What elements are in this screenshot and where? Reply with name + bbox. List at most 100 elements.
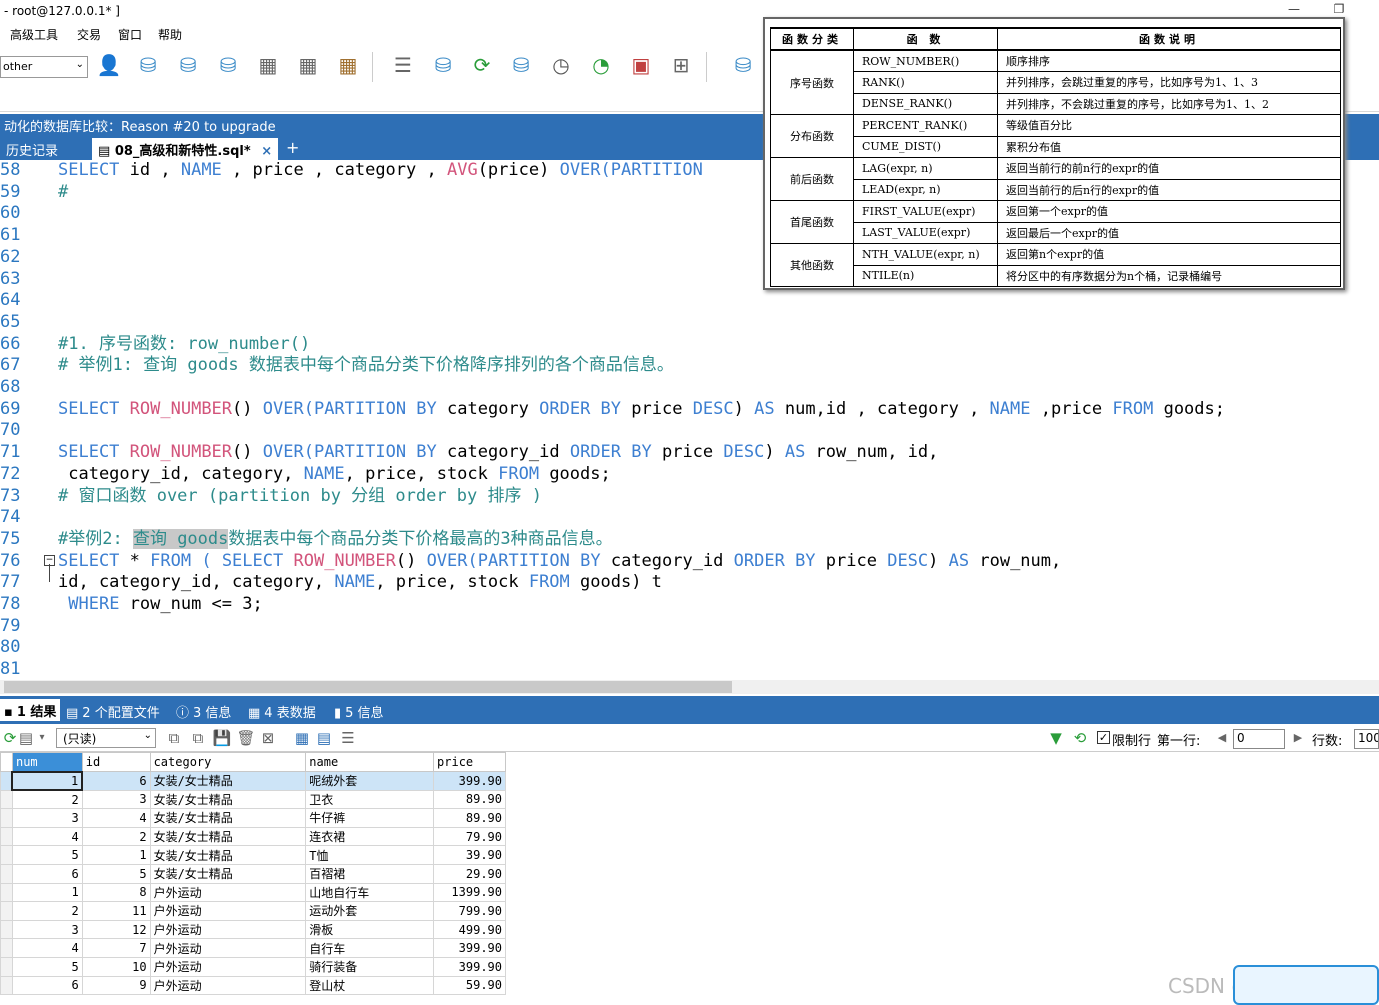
new-database-icon[interactable]: ⛁ [135,52,161,78]
editor-line[interactable]: 73 # 窗口函数 over (partition by 分组 order by … [0,486,1379,507]
cell-name[interactable]: 牛仔裤 [305,808,435,828]
row-selector[interactable] [0,956,13,977]
cell-id[interactable]: 5 [81,863,151,884]
cell-name[interactable]: 山地自行车 [305,882,435,903]
user-icon[interactable]: 👤 [96,52,122,78]
tab-info-2[interactable]: ▮ 5 信息 [330,700,388,722]
cell-name[interactable]: 百褶裙 [305,863,435,884]
row-selector[interactable] [0,826,13,847]
cell-category[interactable]: 户外运动 [149,919,307,940]
cell-num[interactable]: 1 [11,770,84,792]
cell-num[interactable]: 5 [11,845,83,865]
cell-category[interactable]: 户外运动 [149,901,307,921]
row-selector[interactable] [0,975,13,996]
tab-info[interactable]: ⓘ 3 信息 [172,700,235,722]
delete-icon[interactable]: 🗑 [236,728,256,748]
row-selector[interactable] [0,789,13,810]
filter-icon[interactable]: ▼ [1046,728,1066,748]
previous-icon[interactable]: ◀ [1212,728,1232,748]
editor-line[interactable]: 74 [0,507,1379,528]
editor-line[interactable]: 79 [0,616,1379,637]
table-row[interactable]: 3 4 女装/女士精品 牛仔裤 89.90 [0,808,506,828]
cell-name[interactable]: 自行车 [305,938,435,958]
cell-id[interactable]: 12 [81,919,151,940]
cell-category[interactable]: 户外运动 [149,975,307,996]
table-row[interactable]: 3 12 户外运动 滑板 499.90 [0,919,506,940]
duplicate-row-icon[interactable]: ⧉ [188,728,208,748]
table-row[interactable]: 6 5 女装/女士精品 百褶裙 29.90 [0,863,506,884]
editor-line[interactable]: 64 [0,290,1379,311]
cell-category[interactable]: 户外运动 [149,938,307,958]
table-row[interactable]: 1 6 女装/女士精品 呢绒外套 399.90 [0,770,506,792]
result-grid[interactable]: num id category name price 1 6 女装/女士精品 呢绒外套… [0,752,506,996]
reset-icon[interactable]: ⟲ [1070,728,1090,748]
cell-price[interactable]: 499.90 [433,919,506,940]
editor-line[interactable]: 80 [0,637,1379,658]
editor-line[interactable]: 77 id, category_id, category, NAME, price… [0,572,1379,593]
grid-view-icon[interactable]: ▦ [292,728,312,748]
cell-category[interactable]: 女装/女士精品 [149,826,307,847]
cell-num[interactable]: 4 [11,826,83,847]
column-header-name[interactable]: name [305,752,435,772]
close-icon[interactable]: × [261,144,272,159]
row-selector[interactable] [0,808,13,828]
cell-price[interactable]: 399.90 [433,956,506,977]
connection-select[interactable]: other ⌄ [0,56,88,78]
editor-line[interactable]: 76 SELECT * FROM ( SELECT ROW_NUMBER() OV… [0,551,1379,572]
insert-row-icon[interactable]: ⧉ [164,728,184,748]
cell-num[interactable]: 6 [11,975,83,996]
rows-input[interactable]: 1000 [1354,729,1379,749]
editor-line[interactable]: 78 WHERE row_num <= 3; [0,594,1379,615]
text-view-icon[interactable]: ☰ [338,728,358,748]
sync-icon[interactable]: ⛁ [430,52,456,78]
cell-price[interactable]: 89.90 [433,789,506,810]
cell-price[interactable]: 59.90 [433,975,506,996]
table-row[interactable]: 6 9 户外运动 登山杖 59.90 [0,975,506,996]
cell-id[interactable]: 6 [81,771,151,791]
row-selector[interactable] [0,882,13,903]
table-row[interactable]: 4 7 户外运动 自行车 399.90 [0,938,506,958]
row-selector[interactable] [0,901,13,921]
table-row[interactable]: 1 8 户外运动 山地自行车 1399.90 [0,882,506,903]
tab-table-data[interactable]: ▦ 4 表数据 [244,700,320,722]
cell-id[interactable]: 10 [81,956,151,977]
cell-category[interactable]: 女装/女士精品 [149,845,307,865]
table-row[interactable]: 2 3 女装/女士精品 卫衣 89.90 [0,789,506,810]
cell-id[interactable]: 9 [81,975,151,996]
cell-name[interactable]: 登山杖 [305,975,435,996]
cancel-icon[interactable]: ⊠ [258,728,278,748]
cell-name[interactable]: T恤 [305,845,435,865]
cell-category[interactable]: 女装/女士精品 [149,789,307,810]
table-row[interactable]: 2 11 户外运动 运动外套 799.90 [0,901,506,921]
cell-num[interactable]: 1 [11,882,83,903]
row-selector[interactable] [0,938,13,958]
save-icon[interactable]: 💾 [212,728,232,748]
table-row[interactable]: 5 10 户外运动 骑行装备 399.90 [0,956,506,977]
query-icon[interactable]: ☰ [390,52,416,78]
editor-line[interactable]: 71 SELECT ROW_NUMBER() OVER(PARTITION BY … [0,442,1379,463]
clock-icon[interactable]: ◷ [548,52,574,78]
cell-num[interactable]: 3 [11,919,83,940]
tab-sql-file[interactable]: ▤ 08_高级和新特性.sql* × [92,138,279,160]
editor-line[interactable]: 66 #1. 序号函数: row_number() [0,334,1379,355]
chevron-down-icon[interactable]: ▾ [32,728,52,748]
cell-num[interactable]: 6 [11,863,83,884]
cell-category[interactable]: 户外运动 [149,956,307,977]
cell-id[interactable]: 8 [81,882,151,903]
cell-category[interactable]: 户外运动 [149,882,307,903]
cell-name[interactable]: 滑板 [305,919,435,940]
database-icon[interactable]: ⛁ [215,52,241,78]
editor-line[interactable]: 75 #举例2: 查询 goods数据表中每个商品分类下价格最高的3种商品信息。 [0,528,1379,550]
editor-line[interactable]: 65 [0,312,1379,333]
cell-price[interactable]: 399.90 [433,938,506,958]
limit-rows-checkbox[interactable]: ✓ [1097,731,1110,744]
cell-price[interactable]: 39.90 [433,845,506,865]
backup-icon[interactable]: ⛁ [508,52,534,78]
cell-name[interactable]: 连衣裙 [305,826,435,847]
cell-price[interactable]: 89.90 [433,808,506,828]
new-table-icon[interactable]: ⛁ [175,52,201,78]
cell-id[interactable]: 11 [81,901,151,921]
editor-line[interactable]: 81 [0,659,1379,680]
column-header-category[interactable]: category [149,752,307,772]
row-selector[interactable] [0,919,13,940]
